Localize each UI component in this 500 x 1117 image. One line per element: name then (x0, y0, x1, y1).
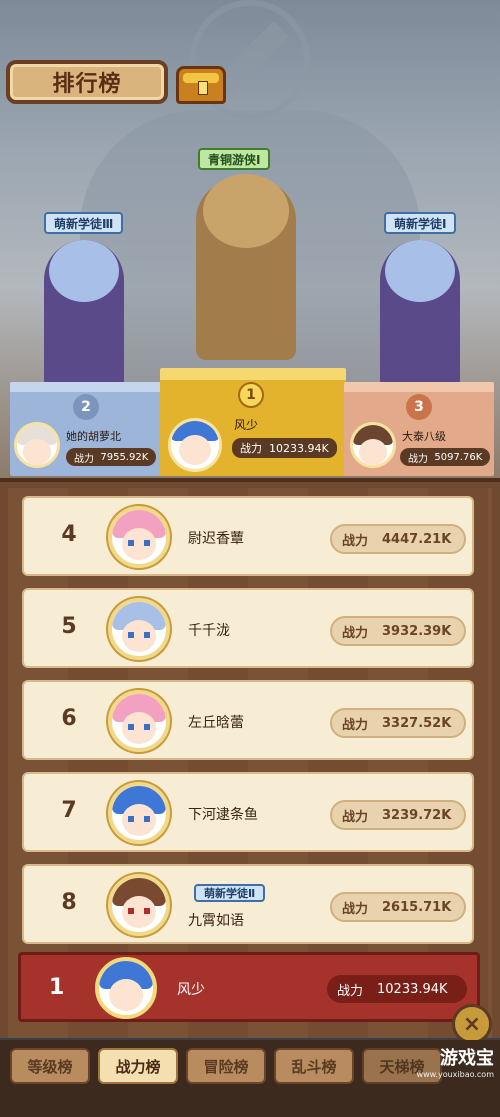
power-badge: 战力 2615.71K (330, 892, 466, 922)
power-label: 战力 (342, 625, 369, 641)
player-title-badge: 萌新学徒Ⅱ (194, 884, 266, 902)
player-name: 千千泷 (188, 623, 230, 639)
power-value: 5097.76K (434, 451, 483, 463)
my-rank-number: 1 (49, 975, 65, 1000)
power-badge: 战力 3239.72K (330, 800, 466, 830)
power-badge: 战力 10233.94K (232, 438, 337, 458)
watermark-sub: www.youxibao.com (416, 1069, 494, 1079)
power-label: 战力 (408, 453, 428, 465)
avatar[interactable] (168, 418, 222, 472)
second-place-title-badge: 萌新学徒Ⅲ (44, 212, 124, 234)
power-badge: 战力 3327.52K (330, 708, 466, 738)
power-label: 战力 (342, 901, 369, 917)
player-name: 尉迟香蕈 (188, 531, 244, 547)
rank-3-medal: 3 (406, 394, 432, 420)
power-label: 战力 (342, 533, 369, 549)
avatar[interactable] (108, 782, 170, 844)
power-value: 2615.71K (382, 899, 452, 915)
leaderboard-row[interactable]: 5 千千泷 战力 3932.39K (22, 588, 474, 668)
tab-level[interactable]: 等级榜 (10, 1048, 90, 1084)
power-badge: 战力 7955.92K (66, 448, 157, 466)
power-value: 3239.72K (382, 807, 452, 823)
watermark-main: 游戏宝 (440, 1047, 494, 1069)
avatar[interactable] (108, 598, 170, 660)
power-value: 3932.39K (382, 623, 452, 639)
player-name: 下河逮条鱼 (188, 807, 258, 823)
rank-number: 5 (61, 614, 77, 639)
leaderboard-row[interactable]: 7 下河逮条鱼 战力 3239.72K (22, 772, 474, 852)
first-place-title-badge: 青铜游侠Ⅰ (198, 148, 271, 170)
power-badge: 战力 3932.39K (330, 616, 466, 646)
third-place-character (380, 240, 460, 390)
power-label: 战力 (342, 717, 369, 733)
page-title: 排行榜 (6, 60, 168, 104)
character-hair (385, 240, 455, 302)
my-power-badge: 战力 10233.94K (327, 975, 467, 1003)
rank-2-medal: 2 (73, 394, 99, 420)
my-player-name: 风少 (177, 982, 205, 998)
third-place-podium: 3 大泰八级 战力 5097.76K (344, 382, 494, 476)
power-label: 战力 (74, 453, 94, 465)
power-label: 战力 (337, 983, 364, 999)
power-value: 10233.94K (377, 981, 448, 997)
close-icon: × (462, 1011, 482, 1037)
avatar[interactable] (350, 422, 396, 468)
page-title-text: 排行榜 (52, 72, 122, 97)
tab-adventure[interactable]: 冒险榜 (186, 1048, 266, 1084)
leaderboard-row[interactable]: 4 尉迟香蕈 战力 4447.21K (22, 496, 474, 576)
power-badge: 战力 4447.21K (330, 524, 466, 554)
avatar[interactable] (108, 506, 170, 568)
watermark-logo: 游戏宝 www.youxibao.com (386, 1036, 500, 1086)
my-avatar[interactable] (95, 957, 157, 1019)
tab-brawl[interactable]: 乱斗榜 (274, 1048, 354, 1084)
leaderboard-row[interactable]: 8 萌新学徒Ⅱ 九霄如语 战力 2615.71K (22, 864, 474, 944)
player-name: 左丘晗蕾 (188, 715, 244, 731)
player-name: 九霄如语 (188, 913, 244, 929)
leaderboard-row[interactable]: 6 左丘晗蕾 战力 3327.52K (22, 680, 474, 760)
power-value: 3327.52K (382, 715, 452, 731)
power-value: 10233.94K (269, 441, 329, 455)
power-value: 4447.21K (382, 531, 452, 547)
first-place-podium: 1 风少 战力 10233.94K (160, 368, 346, 476)
ranger-hat (203, 174, 289, 248)
second-place-character (44, 240, 124, 390)
first-place-character (196, 174, 296, 360)
third-place-title-badge: 萌新学徒Ⅰ (384, 212, 457, 234)
second-place-podium: 2 她的胡萝北 战力 7955.92K (10, 382, 162, 476)
rank-number: 6 (61, 706, 77, 731)
avatar[interactable] (108, 874, 170, 936)
rank-1-medal: 1 (238, 382, 264, 408)
power-value: 7955.92K (100, 451, 149, 463)
player-name: 她的胡萝北 (66, 430, 121, 443)
rank-number: 4 (61, 522, 77, 547)
power-badge: 战力 5097.76K (400, 448, 491, 466)
tab-power[interactable]: 战力榜 (98, 1048, 178, 1084)
treasure-chest-icon[interactable] (176, 66, 226, 104)
avatar[interactable] (14, 422, 60, 468)
rank-number: 8 (61, 890, 77, 915)
character-hair (49, 240, 119, 302)
player-name: 大泰八级 (402, 430, 446, 443)
power-label: 战力 (240, 442, 262, 455)
avatar[interactable] (108, 690, 170, 752)
power-label: 战力 (342, 809, 369, 825)
rank-number: 7 (61, 798, 77, 823)
my-rank-bar[interactable]: 1 风少 战力 10233.94K (18, 952, 480, 1022)
player-name: 风少 (234, 418, 259, 432)
